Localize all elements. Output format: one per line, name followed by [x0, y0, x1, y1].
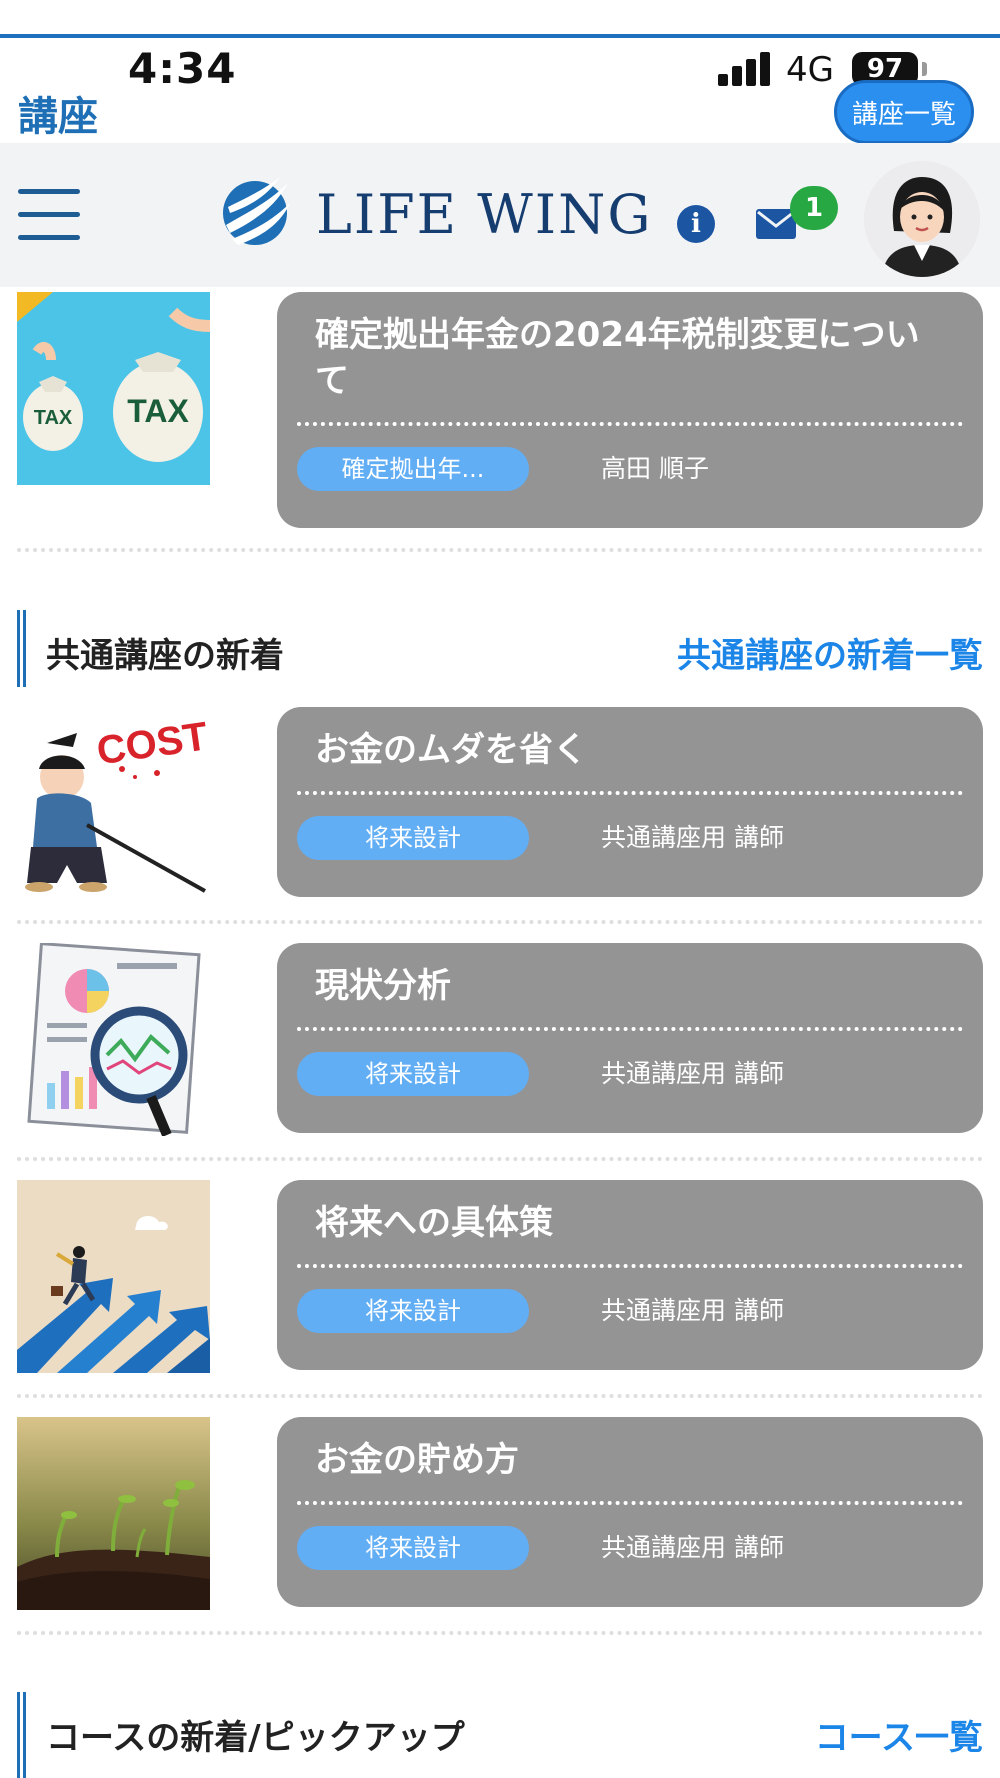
status-time: 4:34 [128, 44, 237, 93]
common-list-link[interactable]: 共通講座の新着一覧 [677, 628, 983, 677]
card-title: 現状分析 [315, 966, 451, 1006]
course-card-3[interactable]: 将来への具体策 将来設計 共通講座用 講師 [277, 1180, 983, 1370]
battery-nub [922, 62, 927, 76]
item-separator [17, 548, 983, 552]
card-title: お金の貯め方 [315, 1440, 519, 1480]
mail-count-badge: 1 [790, 186, 838, 230]
item-separator [17, 1157, 983, 1161]
instructor-name: 共通講座用 講師 [601, 1059, 784, 1088]
category-tag[interactable]: 将来設計 [297, 1526, 529, 1570]
course-list-link[interactable]: コース一覧 [815, 1710, 983, 1759]
section-accent-bar [17, 610, 26, 687]
item-separator [17, 1394, 983, 1398]
category-tag[interactable]: 将来設計 [297, 1289, 529, 1333]
section-title-common: 共通講座の新着 [46, 636, 284, 676]
page-title: 講座 [18, 94, 98, 140]
menu-icon[interactable] [18, 189, 80, 241]
course-card-tax[interactable]: 確定拠出年金の2024年税制変更について 確定拠出年... 高田 順子 [277, 292, 983, 528]
signal-icon [718, 52, 770, 86]
tax-thumbnail[interactable]: TAX TAX [17, 292, 210, 485]
logo-text[interactable]: LIFE WING [316, 183, 652, 246]
card-title: お金のムダを省く [315, 730, 587, 770]
app-header: LIFE WING i 1 [0, 143, 1000, 287]
info-icon[interactable]: i [677, 205, 715, 243]
card-divider [297, 422, 963, 426]
category-tag[interactable]: 確定拠出年... [297, 447, 529, 491]
analysis-thumbnail[interactable] [17, 943, 210, 1136]
course-card-1[interactable]: お金のムダを省く 将来設計 共通講座用 講師 [277, 707, 983, 897]
instructor-name: 高田 順子 [601, 454, 709, 483]
network-type: 4G [786, 50, 834, 90]
instructor-name: 共通講座用 講師 [601, 823, 784, 852]
card-title: 将来への具体策 [315, 1203, 553, 1243]
item-separator [17, 920, 983, 924]
card-divider [297, 1501, 963, 1505]
instructor-name: 共通講座用 講師 [601, 1296, 784, 1325]
top-border [0, 34, 1000, 38]
category-tag[interactable]: 将来設計 [297, 816, 529, 860]
category-tag[interactable]: 将来設計 [297, 1052, 529, 1096]
course-card-2[interactable]: 現状分析 将来設計 共通講座用 講師 [277, 943, 983, 1133]
tax-label-large: TAX [127, 393, 189, 429]
instructor-name: 共通講座用 講師 [601, 1533, 784, 1562]
sprouts-thumbnail[interactable] [17, 1417, 210, 1610]
course-list-button[interactable]: 講座一覧 [834, 80, 974, 144]
course-card-4[interactable]: お金の貯め方 将来設計 共通講座用 講師 [277, 1417, 983, 1607]
user-avatar[interactable] [864, 161, 980, 277]
section-accent-bar [17, 1692, 26, 1778]
cost-thumbnail[interactable]: COST [17, 707, 210, 900]
tax-label-small: TAX [34, 407, 73, 429]
card-title: 確定拠出年金の2024年税制変更について [315, 315, 920, 401]
card-divider [297, 791, 963, 795]
item-separator [17, 1631, 983, 1635]
logo-wing-icon[interactable] [218, 173, 292, 249]
card-divider [297, 1264, 963, 1268]
section-title-course: コースの新着/ピックアップ [46, 1718, 465, 1758]
card-divider [297, 1027, 963, 1031]
arrows-thumbnail[interactable] [17, 1180, 210, 1373]
